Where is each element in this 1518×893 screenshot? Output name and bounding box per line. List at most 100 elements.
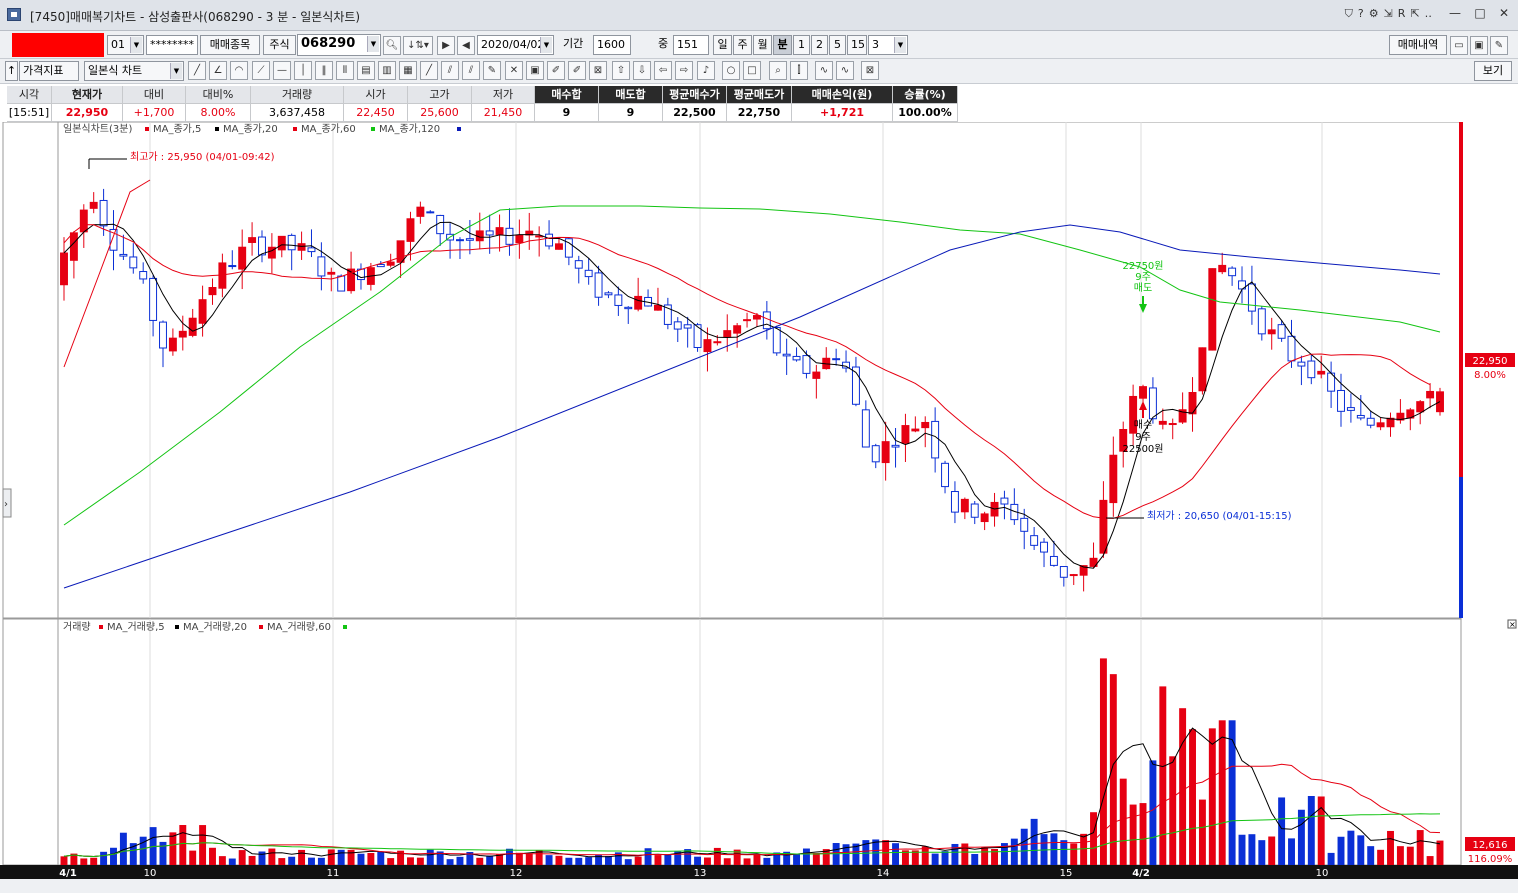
volume-bar	[1258, 840, 1266, 865]
fibo-time-icon[interactable]: ⦀	[336, 61, 354, 80]
settings-icon[interactable]: ⚙	[1369, 7, 1379, 21]
arrow-left-icon[interactable]: ⇦	[654, 61, 672, 80]
trend-tool-icon[interactable]: ╱	[420, 61, 438, 80]
hline-tool-icon[interactable]: —	[273, 61, 291, 80]
sell-annotation-line: 22750원	[1122, 260, 1163, 272]
more-icon[interactable]: ‥	[1425, 7, 1432, 21]
save-icon[interactable]: ▣	[1470, 36, 1488, 55]
candle-body	[584, 269, 593, 278]
circle-tool-icon[interactable]: ○	[722, 61, 740, 80]
restore-icon[interactable]: ⇲	[1384, 7, 1393, 21]
parallel-tool-icon[interactable]: ⫽	[441, 61, 459, 80]
expand-icon[interactable]: ⇱	[1410, 7, 1419, 21]
collapse-arrow-icon[interactable]: ↑	[5, 61, 18, 81]
channel-tool-icon[interactable]: ⫽	[462, 61, 480, 80]
rect-tool-icon[interactable]: □	[743, 61, 761, 80]
candle-body	[723, 330, 732, 338]
pencil-tool-icon[interactable]: ✎	[483, 61, 501, 80]
candle-body	[465, 238, 474, 241]
stock-code-input[interactable]: 068290	[297, 34, 381, 56]
open-folder-icon[interactable]: ▭	[1450, 36, 1468, 55]
minimize-button[interactable]: —	[1445, 5, 1465, 22]
candle-body	[396, 240, 405, 263]
password-field[interactable]: ********	[146, 35, 198, 55]
interval-15[interactable]: 15	[847, 35, 867, 55]
interval-week[interactable]: 주	[733, 35, 752, 55]
candle-icon[interactable]: ⫿	[790, 61, 808, 80]
minute-select[interactable]: 3	[868, 35, 908, 55]
market-type-button[interactable]: 주식	[263, 35, 296, 55]
grid-tool-icon[interactable]: ▤	[357, 61, 375, 80]
delete-tool-icon[interactable]: ⊠	[589, 61, 607, 80]
x-axis-strip	[0, 865, 1518, 879]
fan-tool-icon[interactable]: ⟋	[252, 61, 270, 80]
band-tool-icon[interactable]: ▥	[378, 61, 396, 80]
chart-area: › 일본식차트(3분) MA_종가,5 MA_종가,20 MA_종가,60 MA_종가,1…	[0, 121, 1518, 893]
candle-body	[416, 206, 425, 217]
wave2-icon[interactable]: ∿	[836, 61, 854, 80]
candle-body	[911, 428, 920, 432]
candle-body	[1366, 417, 1375, 426]
clear-icon[interactable]: ⊠	[861, 61, 879, 80]
period-input[interactable]: 1600	[593, 35, 631, 55]
date-select[interactable]: 2020/04/02	[477, 35, 554, 55]
wave-icon[interactable]: ∿	[815, 61, 833, 80]
chart-type-select[interactable]: 일본식 차트	[84, 61, 184, 81]
legend-dot	[175, 625, 179, 629]
gann-tool-icon[interactable]: ▦	[399, 61, 417, 80]
arrow-down-icon[interactable]: ⇩	[633, 61, 651, 80]
trading-chart[interactable]: › 일본식차트(3분) MA_종가,5 MA_종가,20 MA_종가,60 MA_종가,1…	[0, 121, 1518, 893]
r-icon[interactable]: R	[1398, 7, 1406, 21]
candle-body	[79, 209, 88, 233]
volume-bar	[1396, 846, 1404, 865]
candle-body	[505, 227, 514, 245]
cycle-tool-icon[interactable]: ‖	[315, 61, 333, 80]
x-axis-label: 10	[144, 868, 157, 879]
main-toolbar: 01 ******** 매매종목 주식 068290 🔍︎ ↓⇅▾ ▶ ◀ 20…	[0, 31, 1518, 59]
interval-month[interactable]: 월	[753, 35, 772, 55]
trade-history-button[interactable]: 매매내역	[1389, 35, 1447, 55]
volume-bar	[1367, 846, 1375, 865]
vline-tool-icon[interactable]: │	[294, 61, 312, 80]
prev-triangle-icon[interactable]: ◀	[457, 36, 475, 55]
view-button[interactable]: 보기	[1474, 61, 1512, 81]
interval-minute[interactable]: 분	[773, 35, 792, 55]
next-triangle-icon[interactable]: ▶	[437, 36, 455, 55]
account-slot-select[interactable]: 01	[107, 35, 144, 55]
trade-items-button[interactable]: 매매종목	[200, 35, 260, 55]
volume-bar	[1337, 836, 1345, 865]
arc-tool-icon[interactable]: ◠	[230, 61, 248, 80]
volume-bar	[506, 848, 513, 865]
color-tool-icon[interactable]: ▣	[526, 61, 544, 80]
sort-icon[interactable]: ↓⇅▾	[403, 36, 433, 55]
interval-2[interactable]: 2	[811, 35, 828, 55]
arrow-up-icon[interactable]: ⇧	[612, 61, 630, 80]
arrow-right-icon[interactable]: ⇨	[675, 61, 693, 80]
volume-bar	[1169, 756, 1177, 865]
count-input[interactable]: 151	[673, 35, 709, 55]
search-icon[interactable]: 🔍︎	[383, 36, 401, 55]
edit-tool-icon[interactable]: ✐	[568, 61, 586, 80]
help-icon[interactable]: ?	[1358, 7, 1364, 21]
maximize-button[interactable]: □	[1470, 5, 1490, 22]
pin-icon[interactable]: ⛉	[1345, 7, 1353, 21]
interval-5[interactable]: 5	[829, 35, 846, 55]
zoom-icon[interactable]: ⌕	[769, 61, 787, 80]
indicator-button[interactable]: 가격지표	[19, 61, 79, 81]
magic-tool-icon[interactable]: ✕	[505, 61, 523, 80]
buy-annotation-line: 9주	[1135, 432, 1151, 443]
close-button[interactable]: ✕	[1494, 5, 1514, 22]
candle-body	[208, 287, 217, 296]
interval-day[interactable]: 일	[713, 35, 732, 55]
volume-bar	[1159, 686, 1167, 865]
note-icon[interactable]: ♪	[697, 61, 715, 80]
interval-1[interactable]: 1	[793, 35, 810, 55]
line-tool-icon[interactable]: ╱	[188, 61, 206, 80]
volume-bar	[981, 847, 989, 865]
volume-bar	[565, 857, 573, 865]
volume-bar	[110, 847, 117, 865]
angle-tool-icon[interactable]: ∠	[209, 61, 227, 80]
buy-annotation-line: 매수	[1134, 419, 1152, 431]
eraser-tool-icon[interactable]: ✐	[547, 61, 565, 80]
wrench-icon[interactable]: ✎	[1490, 36, 1508, 55]
